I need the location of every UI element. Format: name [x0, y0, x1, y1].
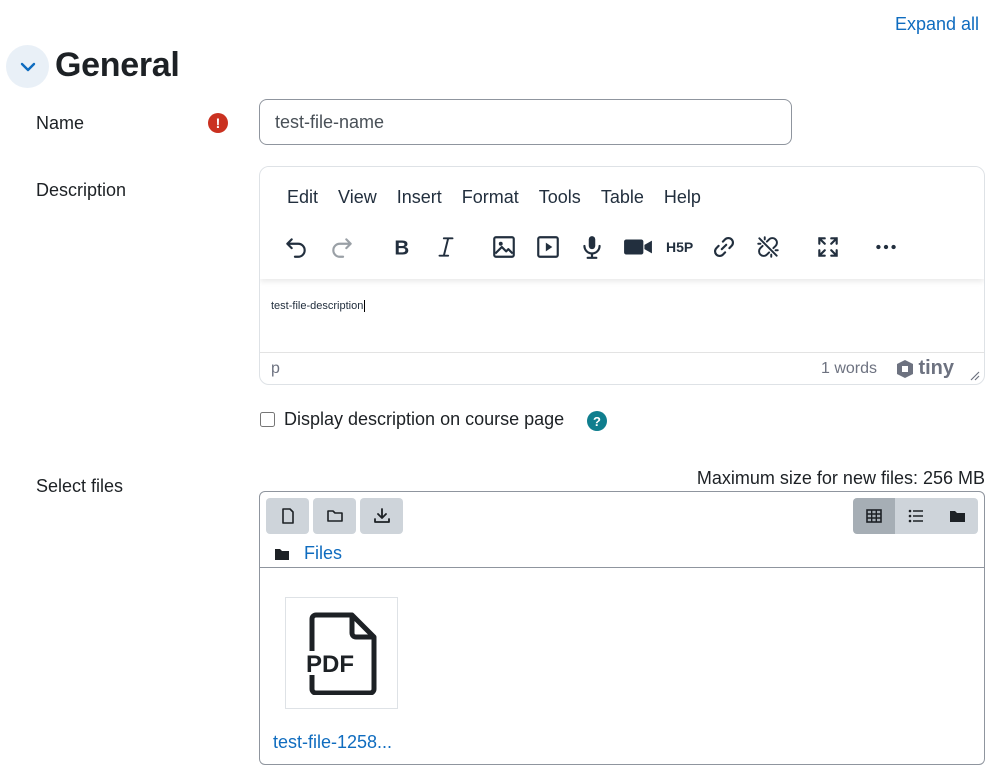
fullscreen-button[interactable] [810, 229, 846, 265]
view-switcher [853, 498, 978, 534]
bold-button[interactable]: B [384, 229, 420, 265]
menu-help[interactable]: Help [654, 187, 711, 208]
image-button[interactable] [486, 229, 522, 265]
name-input[interactable] [259, 99, 792, 145]
download-icon [373, 508, 390, 523]
undo-icon [286, 238, 306, 258]
file-path-breadcrumb: Files [274, 543, 342, 564]
editor-menubar: Edit View Insert Format Tools Table Help [277, 187, 711, 208]
files-path-link[interactable]: Files [304, 543, 342, 564]
editor-header: Edit View Insert Format Tools Table Help… [260, 167, 984, 279]
more-icon [876, 244, 896, 250]
download-all-button[interactable] [360, 498, 403, 534]
file-name-link[interactable]: test-file-1258... [273, 732, 392, 753]
h5p-button[interactable]: H5P [662, 229, 702, 265]
tiny-logo-text: tiny [918, 357, 954, 379]
record-audio-button[interactable] [574, 229, 610, 265]
redo-icon [332, 238, 352, 258]
more-button[interactable] [868, 229, 904, 265]
add-file-button[interactable] [266, 498, 309, 534]
tiny-logo-icon [897, 359, 914, 378]
menu-insert[interactable]: Insert [387, 187, 452, 208]
file-picker[interactable]: Files PDF test-file-1258... [259, 491, 985, 765]
description-label: Description [36, 180, 127, 200]
svg-text:B: B [394, 237, 409, 260]
menu-view[interactable]: View [328, 187, 387, 208]
folder-solid-icon [275, 548, 289, 560]
element-path[interactable]: p [271, 360, 280, 378]
tiny-logo[interactable]: tiny [895, 357, 954, 380]
menu-edit[interactable]: Edit [277, 187, 328, 208]
pdf-file-icon: PDF [305, 612, 376, 695]
video-camera-icon [624, 239, 652, 255]
section-collapse-button[interactable] [6, 45, 49, 88]
tree-view-button[interactable] [936, 498, 978, 534]
redo-button[interactable] [324, 229, 360, 265]
editor-text: test-file-description [271, 300, 366, 312]
help-icon[interactable]: ? [587, 411, 607, 431]
editor-toolbar: B H5P [260, 229, 984, 269]
italic-button[interactable] [428, 229, 464, 265]
word-count[interactable]: 1 words [821, 360, 877, 378]
max-size-text: Maximum size for new files: 256 MB [696, 468, 985, 488]
link-icon [714, 237, 734, 257]
unlink-button[interactable] [750, 229, 786, 265]
editor-statusbar: p 1 words tiny [260, 352, 984, 384]
bold-icon: B [394, 237, 409, 260]
media-icon [537, 236, 559, 258]
list-icon [908, 509, 923, 523]
create-folder-button[interactable] [313, 498, 356, 534]
italic-icon [438, 237, 454, 257]
file-thumbnail[interactable]: PDF [285, 597, 398, 709]
image-icon [493, 236, 515, 258]
svg-text:H5P: H5P [666, 239, 693, 255]
icon-view-button[interactable] [853, 498, 895, 534]
select-files-label: Select files [36, 476, 124, 496]
folder-icon [326, 510, 343, 522]
media-button[interactable] [530, 229, 566, 265]
section-title: General [55, 46, 180, 84]
fullscreen-icon [818, 237, 838, 257]
required-icon: ! [208, 113, 228, 133]
link-button[interactable] [706, 229, 742, 265]
resize-handle-icon[interactable] [968, 369, 980, 381]
menu-tools[interactable]: Tools [529, 187, 591, 208]
menu-format[interactable]: Format [452, 187, 529, 208]
grid-icon [866, 509, 882, 523]
microphone-icon [583, 236, 601, 259]
pdf-label: PDF [306, 651, 354, 678]
h5p-icon: H5P [666, 239, 693, 255]
description-editor[interactable]: Edit View Insert Format Tools Table Help… [259, 166, 985, 385]
expand-all-link[interactable]: Expand all [895, 14, 979, 35]
display-description-label[interactable]: Display description on course page [284, 409, 564, 430]
editor-content[interactable]: test-file-description [271, 300, 366, 312]
file-icon [281, 508, 294, 524]
display-description-checkbox[interactable] [260, 412, 275, 427]
unlink-icon [757, 236, 779, 258]
chevron-down-icon [20, 62, 35, 71]
record-video-button[interactable] [618, 229, 658, 265]
list-view-button[interactable] [894, 498, 937, 534]
name-label: Name [36, 113, 85, 133]
file-picker-divider [260, 567, 984, 568]
folder-solid-icon [949, 511, 965, 522]
undo-button[interactable] [278, 229, 314, 265]
menu-table[interactable]: Table [591, 187, 654, 208]
